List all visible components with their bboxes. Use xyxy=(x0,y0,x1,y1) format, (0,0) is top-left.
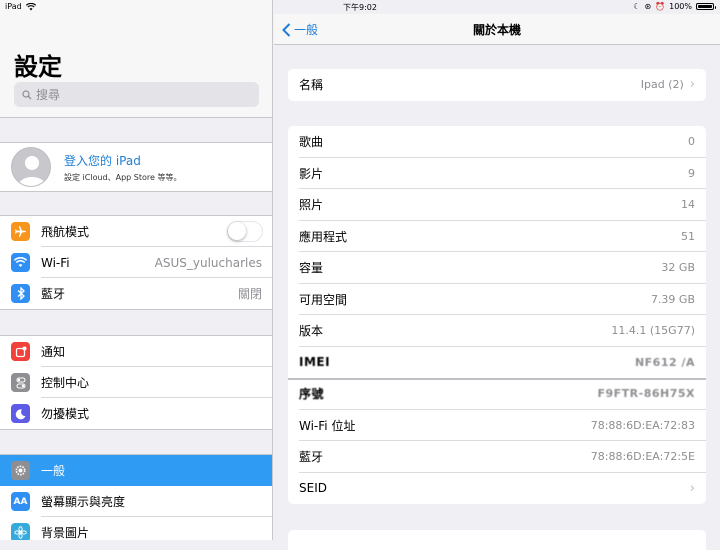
sidebar-item-label: 背景圖片 xyxy=(41,526,90,540)
sidebar-item-control-center[interactable]: 控制中心 xyxy=(0,367,272,398)
battery-fill xyxy=(698,5,712,8)
battery-icon xyxy=(696,3,716,10)
status-bar: iPad 下午9:02 ☾ ⊛ ⏰ 100% xyxy=(0,0,720,14)
row-label: 藍牙 xyxy=(299,450,324,465)
info-row-model: IMEI NF612 /A xyxy=(288,347,706,379)
row-label: SEID xyxy=(299,481,327,496)
row-value: 14 xyxy=(681,198,695,212)
detail-title: 關於本機 xyxy=(472,23,521,37)
wallpaper-icon xyxy=(11,523,30,540)
search-icon xyxy=(22,89,32,99)
row-value: 78:88:6D:EA:72:83 xyxy=(590,418,695,432)
row-label: 應用程式 xyxy=(299,229,348,244)
info-row-songs: 歌曲 0 xyxy=(288,126,706,158)
settings-sidebar: 設定 搜尋 登入您的 iPad 設定 iCloud、App Store 等等。 xyxy=(0,0,273,540)
sidebar-item-general[interactable]: 一般 xyxy=(0,455,272,486)
avatar xyxy=(11,147,51,187)
wifi-network-value: ASUS_yulucharles xyxy=(154,255,262,270)
moon-status-icon: ☾ xyxy=(633,2,641,11)
info-row-photos: 照片 14 xyxy=(288,189,706,221)
sidebar-item-label: Wi-Fi xyxy=(41,255,70,270)
notifications-group: 通知 控制中心 勿擾模式 xyxy=(0,335,272,430)
info-row-apps: 應用程式 51 xyxy=(288,221,706,252)
sidebar-item-label: 藍牙 xyxy=(41,287,66,301)
row-label: Wi-Fi 位址 xyxy=(299,418,356,433)
row-value: 7.39 GB xyxy=(650,292,695,306)
name-row[interactable]: 名稱 Ipad (2) › xyxy=(288,69,706,101)
gear-icon xyxy=(11,461,30,480)
name-card: 名稱 Ipad (2) › xyxy=(288,69,706,101)
row-divider xyxy=(288,378,706,380)
sidebar-item-display-brightness[interactable]: AA 螢幕顯示與亮度 xyxy=(0,486,272,517)
bluetooth-icon xyxy=(11,284,30,303)
row-label: 歌曲 xyxy=(299,135,324,150)
airplane-icon xyxy=(11,222,30,241)
sign-in-subtitle: 設定 iCloud、App Store 等等。 xyxy=(64,172,182,182)
control-center-icon xyxy=(11,373,30,392)
row-label: 序號 xyxy=(299,387,325,402)
profile-group: 登入您的 iPad 設定 iCloud、App Store 等等。 xyxy=(0,142,272,192)
row-label: 容量 xyxy=(299,261,324,276)
info-row-bluetooth: 藍牙 78:88:6D:EA:72:5E xyxy=(288,441,706,473)
row-value: 0 xyxy=(688,135,695,149)
sidebar-item-wallpaper[interactable]: 背景圖片 xyxy=(0,517,272,540)
bluetooth-status-value: 關閉 xyxy=(237,287,262,301)
info-row-available: 可用空間 7.39 GB xyxy=(288,284,706,315)
rotation-lock-icon: ⊛ xyxy=(644,2,652,11)
row-value: Ipad (2) xyxy=(640,78,684,92)
general-group: 一般 AA 螢幕顯示與亮度 背景圖片 xyxy=(0,454,272,540)
info-card: 歌曲 0 影片 9 照片 14 應用程式 51 容量 32 GB 可用空間 7.39 GB … xyxy=(288,126,706,504)
wifi-icon xyxy=(11,253,30,272)
row-label: 名稱 xyxy=(299,78,324,93)
sidebar-item-label: 勿擾模式 xyxy=(41,407,90,421)
chevron-right-icon: › xyxy=(689,77,695,93)
info-row-videos: 影片 9 xyxy=(288,158,706,189)
info-row-serial: 序號 F9FTR-86H75X xyxy=(288,378,706,410)
sidebar-item-bluetooth[interactable]: 藍牙 關閉 xyxy=(0,278,272,309)
row-value: 78:88:6D:EA:72:5E xyxy=(590,450,695,464)
battery-percent: 100% xyxy=(669,2,692,11)
sidebar-item-notifications[interactable]: 通知 xyxy=(0,336,272,367)
notification-icon xyxy=(11,342,30,361)
row-value: 32 GB xyxy=(661,261,695,275)
display-icon: AA xyxy=(11,492,30,511)
row-label: 照片 xyxy=(299,198,324,213)
search-placeholder: 搜尋 xyxy=(36,88,61,102)
chevron-right-icon: › xyxy=(689,480,695,496)
sidebar-item-label: 螢幕顯示與亮度 xyxy=(41,495,126,509)
moon-icon xyxy=(11,404,30,423)
sidebar-item-label: 一般 xyxy=(41,464,66,478)
row-value: 51 xyxy=(681,229,695,243)
info-row-seid[interactable]: SEID › xyxy=(288,473,706,505)
row-label: IMEI xyxy=(299,355,331,370)
row-label: 影片 xyxy=(299,166,324,181)
connectivity-group: 飛航模式 Wi-Fi ASUS_yulucharles 藍牙 關閉 xyxy=(0,215,272,310)
sidebar-item-label: 通知 xyxy=(41,345,66,359)
row-value: NF612 /A xyxy=(634,355,695,369)
detail-navbar: 一般 關於本機 xyxy=(274,14,720,45)
page-title: 設定 xyxy=(14,53,62,81)
sidebar-item-airplane-mode[interactable]: 飛航模式 xyxy=(0,216,272,247)
airplane-mode-toggle[interactable] xyxy=(227,221,263,242)
clock: 下午9:02 xyxy=(343,3,377,12)
sidebar-item-label: 控制中心 xyxy=(41,376,90,390)
row-value: 11.4.1 (15G77) xyxy=(611,324,695,338)
info-row-version: 版本 11.4.1 (15G77) xyxy=(288,315,706,347)
row-value: F9FTR-86H75X xyxy=(597,387,695,401)
next-card xyxy=(288,530,706,550)
sign-in-row[interactable]: 登入您的 iPad 設定 iCloud、App Store 等等。 xyxy=(0,143,272,191)
sidebar-item-label: 飛航模式 xyxy=(41,225,90,239)
info-row-capacity: 容量 32 GB xyxy=(288,252,706,284)
sign-in-title: 登入您的 iPad xyxy=(64,153,141,168)
search-input[interactable]: 搜尋 xyxy=(14,82,259,107)
row-label: 版本 xyxy=(299,324,324,339)
info-row-wifi-address: Wi-Fi 位址 78:88:6D:EA:72:83 xyxy=(288,410,706,441)
sidebar-item-wifi[interactable]: Wi-Fi ASUS_yulucharles xyxy=(0,247,272,278)
row-value: 9 xyxy=(688,166,695,180)
sidebar-item-do-not-disturb[interactable]: 勿擾模式 xyxy=(0,398,272,429)
row-label: 可用空間 xyxy=(299,292,348,307)
alarm-icon: ⏰ xyxy=(655,2,666,11)
